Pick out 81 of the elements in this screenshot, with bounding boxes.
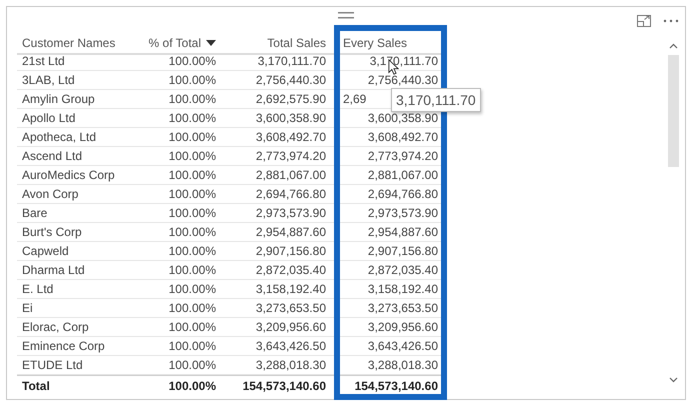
table-cell: 100.00% [125, 185, 221, 204]
table-cell: 2,692,575.90 [221, 90, 331, 109]
table-cell: 3,209,956.60 [331, 318, 443, 337]
scrollbar[interactable] [668, 43, 679, 383]
total-cell: 154,573,140.60 [221, 375, 331, 396]
table-cell: 2,954,887.60 [331, 223, 443, 242]
scroll-thumb[interactable] [668, 55, 679, 167]
table-cell: 2,907,156.80 [221, 242, 331, 261]
column-header[interactable]: Every Sales [343, 32, 408, 54]
column-header[interactable]: Customer Names [22, 36, 116, 50]
table-cell: 2,907,156.80 [331, 242, 443, 261]
table-cell: 100.00% [125, 109, 221, 128]
table-cell: Eminence Corp [17, 337, 125, 356]
more-options-icon[interactable] [663, 19, 679, 23]
table-cell: 100.00% [125, 318, 221, 337]
table-cell: 100.00% [125, 166, 221, 185]
table-cell: 3,273,653.50 [331, 299, 443, 318]
table-cell: 2,872,035.40 [331, 261, 443, 280]
sort-descending-icon[interactable] [206, 40, 216, 46]
table-cell: 2,694,766.80 [331, 185, 443, 204]
table-cell: 100.00% [125, 90, 221, 109]
table-cell: Burt's Corp [17, 223, 125, 242]
table-cell: Avon Corp [17, 185, 125, 204]
table-cell: 3,209,956.60 [221, 318, 331, 337]
table-cell: Capweld [17, 242, 125, 261]
table-cell: 3,643,426.50 [331, 337, 443, 356]
table-cell: 3,288,018.30 [221, 356, 331, 375]
table-cell: Dharma Ltd [17, 261, 125, 280]
table-cell: 3,158,192.40 [221, 280, 331, 299]
table-cell: Ei [17, 299, 125, 318]
table-cell: Ascend Ltd [17, 147, 125, 166]
table-cell: E. Ltd [17, 280, 125, 299]
table-cell: 2,973,573.90 [221, 204, 331, 223]
table-cell: 3,643,426.50 [221, 337, 331, 356]
table-cell: 100.00% [125, 242, 221, 261]
table-cell: 100.00% [125, 280, 221, 299]
table-cell: 100.00% [125, 52, 221, 71]
table-cell: AuroMedics Corp [17, 166, 125, 185]
table-cell: Apotheca, Ltd [17, 128, 125, 147]
table-cell: 100.00% [125, 204, 221, 223]
table-cell: 100.00% [125, 356, 221, 375]
table-cell: Apollo Ltd [17, 109, 125, 128]
total-cell: 100.00% [125, 375, 221, 396]
table-cell: 100.00% [125, 223, 221, 242]
table-cell: 3LAB, Ltd [17, 71, 125, 90]
table-cell: 100.00% [125, 337, 221, 356]
scroll-down-icon[interactable] [669, 377, 678, 383]
total-cell: Total [17, 375, 125, 396]
table-cell: 2,694,766.80 [221, 185, 331, 204]
table-cell: 100.00% [125, 147, 221, 166]
table-cell: 100.00% [125, 71, 221, 90]
table-cell: ETUDE Ltd [17, 356, 125, 375]
table-cell: 21st Ltd [17, 52, 125, 71]
table-cell: 100.00% [125, 261, 221, 280]
table-cell: 3,170,111.70 [221, 52, 331, 71]
table-cell: Elorac, Corp [17, 318, 125, 337]
table-cell: 3,600,358.90 [221, 109, 331, 128]
drag-handle-icon[interactable] [338, 12, 354, 19]
table-cell: 2,756,440.30 [221, 71, 331, 90]
table-cell: 2,954,887.60 [221, 223, 331, 242]
tooltip: 3,170,111.70 [391, 88, 481, 112]
table-cell: 3,273,653.50 [221, 299, 331, 318]
table-cell: Bare [17, 204, 125, 223]
table-cell: 100.00% [125, 299, 221, 318]
table-cell: 2,773,974.20 [331, 147, 443, 166]
total-cell: 154,573,140.60 [331, 375, 443, 396]
table-cell: 3,158,192.40 [331, 280, 443, 299]
focus-mode-icon[interactable] [637, 15, 651, 27]
table-cell: 3,608,492.70 [221, 128, 331, 147]
column-header[interactable]: Total Sales [267, 32, 326, 54]
table-cell: Amylin Group [17, 90, 125, 109]
table-cell: 2,881,067.00 [221, 166, 331, 185]
scroll-up-icon[interactable] [669, 43, 678, 49]
table-cell: 2,872,035.40 [221, 261, 331, 280]
table-cell: 2,881,067.00 [331, 166, 443, 185]
table-cell: 100.00% [125, 128, 221, 147]
table-cell: 3,608,492.70 [331, 128, 443, 147]
column-header[interactable]: % of Total [148, 32, 201, 54]
table-cell: 2,773,974.20 [221, 147, 331, 166]
table-cell: 3,288,018.30 [331, 356, 443, 375]
table-cell: 2,973,573.90 [331, 204, 443, 223]
